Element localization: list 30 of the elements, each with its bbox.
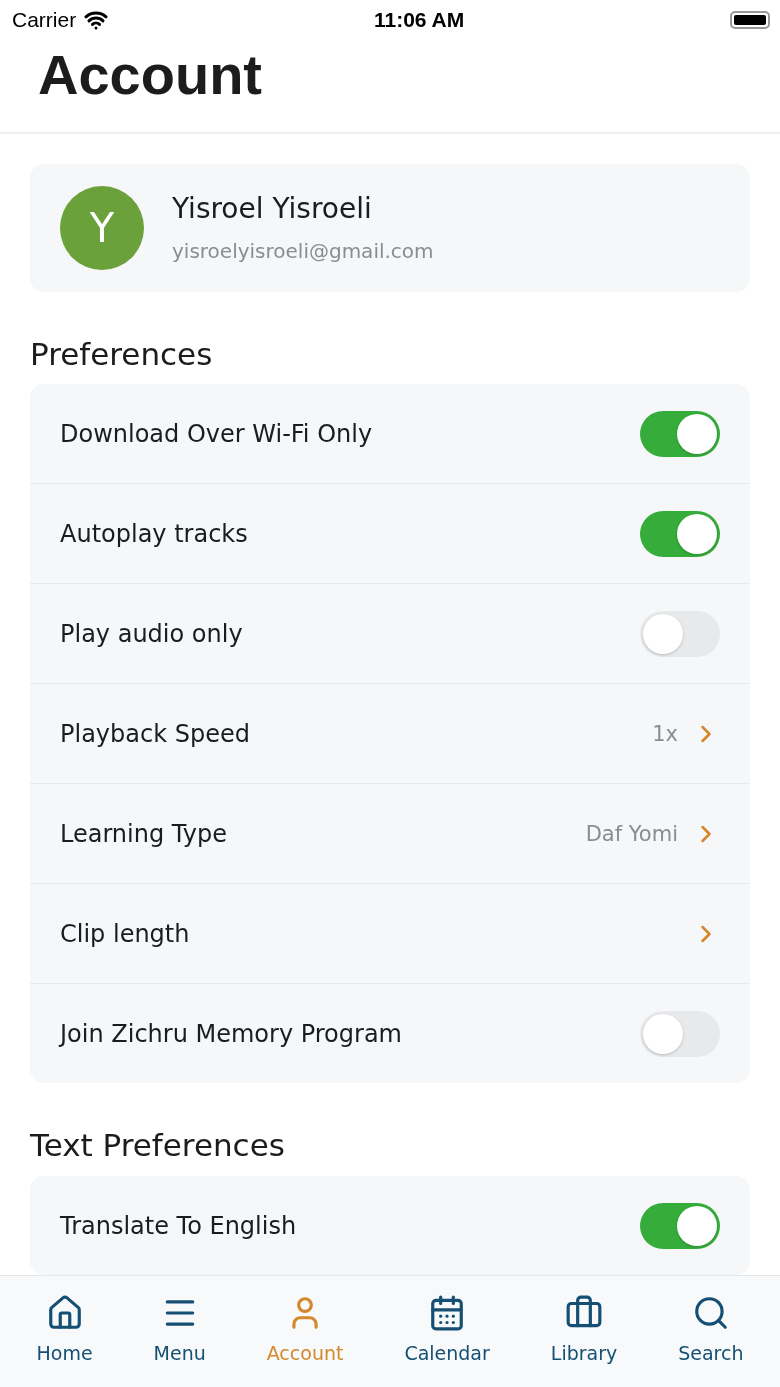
setting-label: Learning Type [60, 819, 228, 848]
toggle-switch[interactable] [640, 1010, 720, 1057]
tab[interactable]: Library [544, 1276, 624, 1387]
section-title: Preferences [30, 335, 214, 374]
profile-card[interactable]: Y Yisroel Yisroeli yisroelyisroeli@gmail.com [30, 164, 750, 292]
setting-label: Playback Speed [60, 719, 251, 748]
setting-value: 1x [652, 721, 678, 746]
setting-label: Download Over Wi-Fi Only [60, 419, 374, 448]
section-title: Text Preferences [30, 1127, 286, 1166]
setting-label: Play audio only [60, 619, 244, 648]
toggle-switch[interactable] [640, 610, 720, 657]
carrier: Carrier [12, 8, 77, 32]
toggle-switch[interactable] [640, 410, 720, 457]
user-email: yisroelyisroeli@gmail.com [172, 239, 434, 264]
avatar: Y [60, 185, 144, 270]
clock: 11:06 AM [373, 8, 465, 32]
user-name: Yisroel Yisroeli [172, 192, 373, 226]
page-title: Account [38, 42, 262, 108]
setting-label: Autoplay tracks [60, 519, 249, 548]
setting-label: Join Zichru Memory Program [60, 1019, 403, 1048]
tab[interactable]: Search [672, 1276, 750, 1387]
battery-icon [730, 11, 770, 29]
setting-label: Clip length [60, 919, 191, 948]
toggle-switch[interactable] [640, 1202, 720, 1249]
tab[interactable]: Menu [147, 1276, 212, 1387]
setting-value: Daf Yomi [585, 821, 678, 846]
tab[interactable]: Home [30, 1276, 99, 1387]
tab[interactable]: Calendar [398, 1276, 496, 1387]
toggle-switch[interactable] [640, 510, 720, 557]
setting-label: Translate To English [60, 1211, 298, 1240]
